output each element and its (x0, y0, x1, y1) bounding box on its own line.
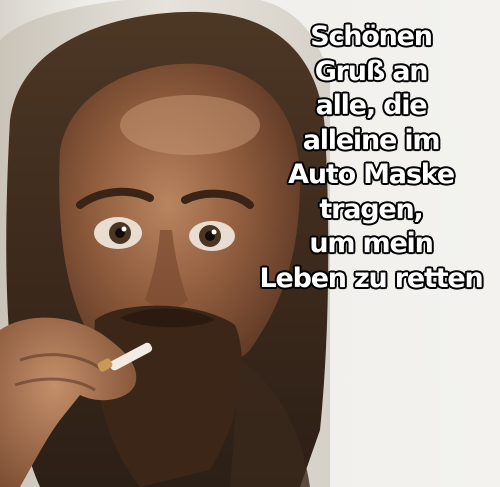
caption-line: alle, die (315, 89, 428, 121)
caption-line: Schönen (310, 20, 434, 52)
caption-line: Auto Maske (288, 158, 456, 190)
caption-line: Gruß an (314, 55, 429, 87)
forehead-highlight (120, 95, 260, 155)
meme-caption: Schönen Gruß an alle, die alleine im Aut… (246, 20, 496, 296)
caption-line: tragen, (319, 193, 425, 225)
caption-line: um mein (309, 227, 435, 259)
caption-line: Leben zu retten (259, 262, 484, 294)
meme-image: Schönen Gruß an alle, die alleine im Aut… (0, 0, 500, 487)
caption-line: alleine im (302, 124, 441, 156)
